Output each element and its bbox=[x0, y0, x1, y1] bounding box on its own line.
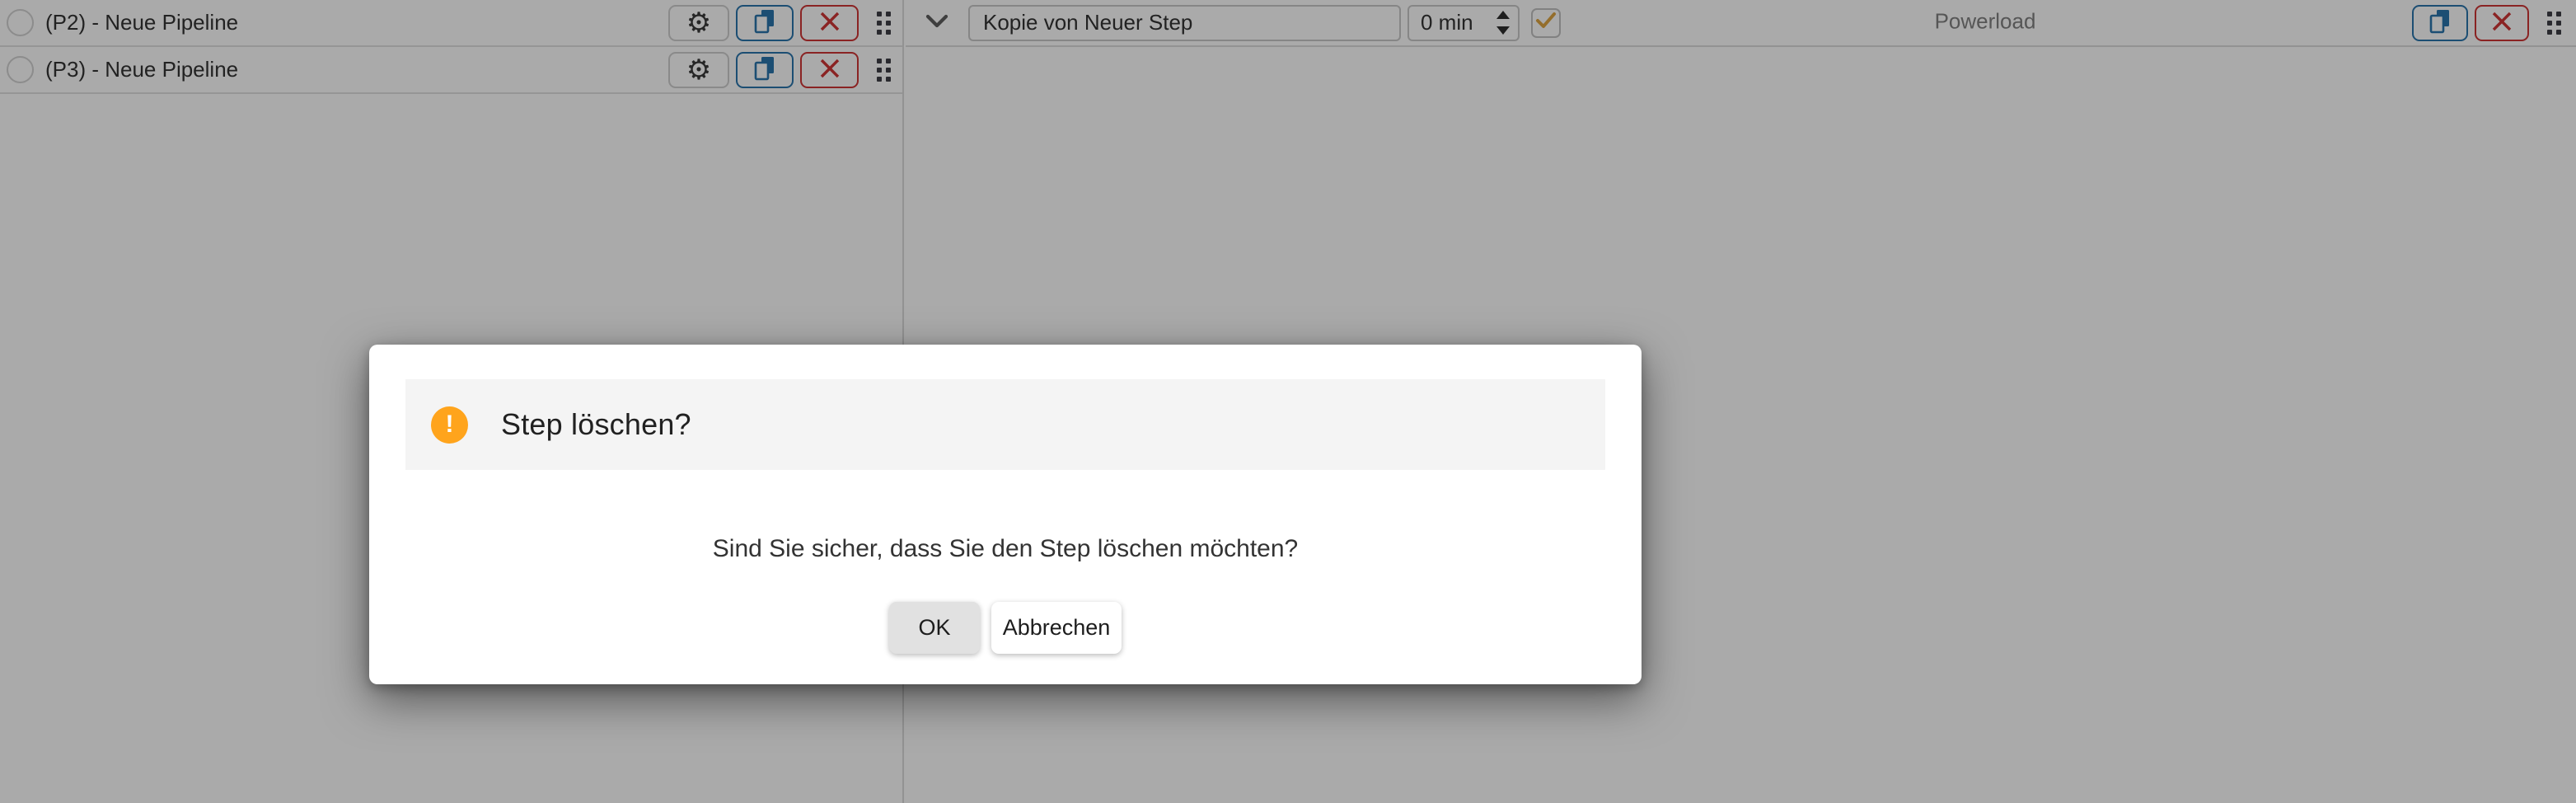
dialog-title: Step löschen? bbox=[501, 407, 691, 442]
confirm-dialog: ! Step löschen? Sind Sie sicher, dass Si… bbox=[369, 345, 1642, 684]
app-root: (P2) - Neue Pipeline ⚙ bbox=[0, 0, 2576, 803]
dialog-header: ! Step löschen? bbox=[405, 379, 1605, 470]
dialog-message: Sind Sie sicher, dass Sie den Step lösch… bbox=[405, 535, 1605, 563]
ok-button[interactable]: OK bbox=[889, 602, 980, 654]
dialog-buttons: OK Abbrechen bbox=[405, 602, 1605, 654]
warning-glyph: ! bbox=[446, 412, 454, 437]
cancel-button[interactable]: Abbrechen bbox=[991, 602, 1122, 654]
warning-icon: ! bbox=[431, 406, 468, 444]
